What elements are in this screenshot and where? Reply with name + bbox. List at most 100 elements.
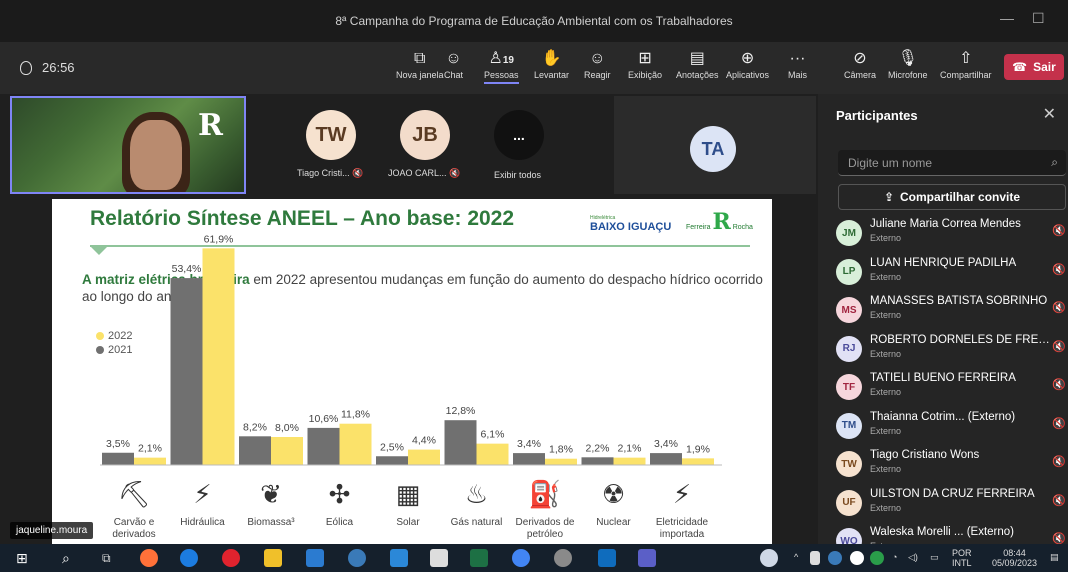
volume-icon[interactable]: ◁) [908, 552, 918, 562]
notifications-icon[interactable]: ▤ [1050, 552, 1059, 562]
people-button[interactable]: ♙19 Pessoas [484, 48, 519, 84]
participant-role: Externo [870, 310, 902, 320]
participant-row[interactable]: LP LUAN HENRIQUE PADILHA Externo 🔇 [836, 255, 1068, 291]
presenter-video[interactable]: R [10, 96, 246, 194]
minimize-button[interactable]: — [1000, 10, 1014, 26]
participant-name: ROBERTO DORNELES DE FREITA... [870, 333, 1050, 346]
share-invite-label: Compartilhar convite [900, 190, 1021, 204]
participant-search-input[interactable]: Digite um nome ⌕ [838, 150, 1066, 176]
clock[interactable]: 08:44 05/09/2023 [992, 548, 1037, 568]
app-icon[interactable] [306, 549, 324, 567]
biomass-icon: ❦ [260, 479, 282, 509]
solar-panel-icon: ▦ [395, 479, 421, 509]
participant-row[interactable]: MS MANASSES BATISTA SOBRINHO Externo 🔇 [836, 293, 1068, 329]
firefox-icon[interactable] [140, 549, 158, 567]
participant-row[interactable]: UF UILSTON DA CRUZ FERREIRA Externo 🔇 [836, 486, 1068, 522]
notes-button[interactable]: ▤ Anotações [676, 48, 719, 80]
excel-icon[interactable] [470, 549, 488, 567]
leave-button[interactable]: ☎ Sair [1004, 54, 1064, 80]
bar-2022-7 [613, 457, 646, 465]
camera-button[interactable]: ⊘ Câmera [844, 48, 876, 80]
avatar-ta: TA [690, 126, 736, 172]
maximize-button[interactable]: ☐ [1032, 10, 1045, 27]
weather-icon[interactable] [760, 549, 778, 567]
bar-label-2022-6: 1,8% [549, 444, 573, 456]
raise-hand-button[interactable]: ✋ Levantar [534, 48, 569, 80]
people-label: Pessoas [484, 70, 519, 80]
file-explorer-icon[interactable] [264, 549, 282, 567]
search-icon[interactable]: ⌕ [62, 549, 80, 567]
participant-row[interactable]: TF TATIELI BUENO FERREIRA Externo 🔇 [836, 370, 1068, 406]
bar-label-2022-7: 2,1% [618, 443, 642, 455]
bar-label-2022-8: 1,9% [686, 443, 710, 455]
react-icon: ☺ [589, 50, 606, 67]
bar-label-2022-4: 4,4% [412, 435, 436, 447]
tray-chevron-icon[interactable]: ^ [794, 552, 798, 562]
language-indicator[interactable]: POR INTL [952, 548, 972, 568]
chat-button[interactable]: ☺ Chat [444, 48, 463, 80]
participant-avatar: TF [836, 374, 862, 400]
view-icon: ⊞ [638, 50, 652, 67]
bar-2022-1 [202, 248, 235, 465]
close-icon[interactable]: ✕ [1043, 104, 1056, 124]
tray-icon[interactable] [870, 551, 884, 565]
bar-label-2022-0: 2,1% [138, 443, 162, 455]
task-view-icon[interactable]: ⧉ [102, 549, 120, 567]
notes-label: Anotações [676, 70, 719, 80]
share-button[interactable]: ⇧ Compartilhar [940, 48, 992, 80]
teams-icon[interactable] [638, 549, 656, 567]
new-window-icon: ⧉ [414, 50, 426, 67]
participant-row[interactable]: RJ ROBERTO DORNELES DE FREITA... Externo 🔇 [836, 332, 1068, 368]
new-window-button[interactable]: ⧉ Nova janela [396, 48, 444, 80]
windows-start-icon[interactable]: ⊞ [16, 549, 34, 567]
bar-label-2021-6: 3,4% [517, 438, 541, 450]
participant-row[interactable]: TM Thaianna Cotrim... (Externo) Externo 🔇 [836, 409, 1068, 445]
apps-button[interactable]: ⊕ Aplicativos [726, 48, 769, 80]
participant-tile-ta[interactable]: TA [614, 96, 816, 194]
outlook-icon[interactable] [598, 549, 616, 567]
avatar-jb[interactable]: JB [400, 110, 450, 160]
edge-icon[interactable] [180, 549, 198, 567]
category-label: Eletricidade importada [655, 517, 709, 540]
participant-role: Externo [870, 233, 902, 243]
react-button[interactable]: ☺ Reagir [584, 48, 611, 80]
more-button[interactable]: ··· Mais [788, 48, 807, 80]
mic-off-icon: 🎙 [897, 50, 918, 67]
bar-2021-5 [444, 420, 477, 465]
apps-label: Aplicativos [726, 70, 770, 80]
power-tower-icon: ⚡ [672, 479, 692, 509]
tray-icon[interactable] [828, 551, 842, 565]
category-label: Gás natural [450, 517, 503, 528]
opera-icon[interactable] [222, 549, 240, 567]
presenter-face [130, 120, 182, 190]
chrome-icon[interactable] [512, 549, 530, 567]
wifi-icon[interactable]: ◔ [892, 552, 897, 562]
view-button[interactable]: ⊞ Exibição [628, 48, 662, 80]
more-label: Mais [788, 70, 808, 80]
share-invite-button[interactable]: ⇪ Compartilhar convite [838, 184, 1066, 210]
tray-icon[interactable] [810, 551, 820, 565]
avatar-tw[interactable]: TW [306, 110, 356, 160]
participant-row[interactable]: JM Juliane Maria Correa Mendes Externo 🔇 [836, 216, 1068, 252]
bar-label-2021-2: 8,2% [243, 421, 267, 433]
tray-icon[interactable] [850, 551, 864, 565]
react-label: Reagir [584, 70, 611, 80]
raise-hand-label: Levantar [534, 70, 570, 80]
battery-icon[interactable]: ▭ [930, 552, 939, 562]
share-invite-icon: ⇪ [883, 190, 895, 204]
app-icon[interactable] [348, 549, 366, 567]
show-all-avatar[interactable]: ... [494, 110, 544, 160]
bar-label-2022-5: 6,1% [481, 429, 505, 441]
participant-row[interactable]: TW Tiago Cristiano Wons Externo 🔇 [836, 447, 1068, 483]
app-icon[interactable] [430, 549, 448, 567]
coal-cart-icon: ⛏ [117, 479, 151, 509]
mic-button[interactable]: 🎙 Microfone [888, 48, 928, 80]
app-icon[interactable] [554, 549, 572, 567]
participant-avatar: MS [836, 297, 862, 323]
panel-title: Participantes [836, 108, 918, 123]
show-all-label[interactable]: Exibir todos [494, 170, 541, 180]
bar-label-2022-2: 8,0% [275, 422, 299, 434]
gas-flame-icon: ♨ [464, 479, 489, 509]
todo-icon[interactable] [390, 549, 408, 567]
participant-avatar: JM [836, 220, 862, 246]
